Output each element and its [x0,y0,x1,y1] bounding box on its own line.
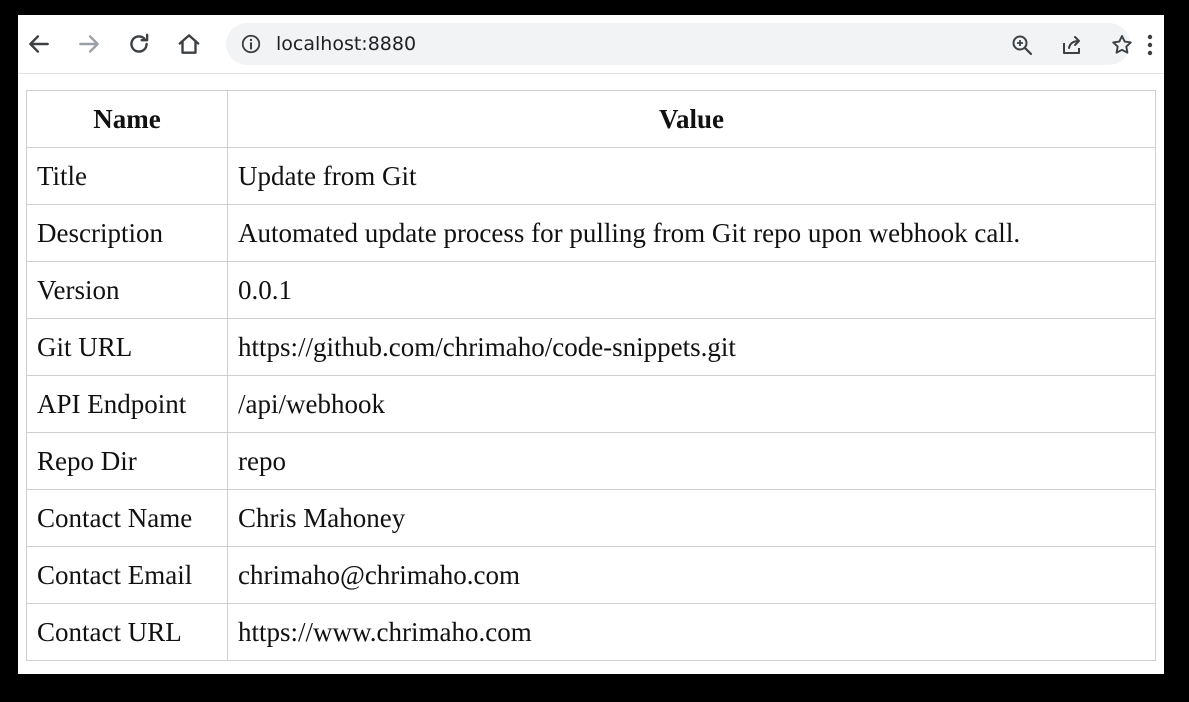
browser-toolbar: localhost:8880 [18,15,1164,74]
back-button[interactable] [22,27,56,61]
star-icon [1112,35,1132,54]
table-row: Title Update from Git [26,147,1156,205]
row-name-cell: Description [26,204,228,262]
share-button[interactable] [1059,32,1085,58]
row-name-cell: Git URL [26,318,228,376]
table-row: Version 0.0.1 [26,261,1156,319]
row-value-cell: Update from Git [227,147,1156,205]
address-bar[interactable]: localhost:8880 [226,23,1132,65]
reload-icon [130,33,149,53]
browser-menu-button[interactable] [1140,31,1160,59]
forward-button[interactable] [72,27,106,61]
page-content: Name Value Title Update from Git Descrip… [18,74,1164,674]
bookmark-button[interactable] [1109,32,1135,58]
row-name-cell: Contact URL [26,603,228,661]
row-value-cell: 0.0.1 [227,261,1156,319]
row-name-cell: Version [26,261,228,319]
table-row: Git URL https://github.com/chrimaho/code… [26,318,1156,376]
url-text[interactable]: localhost:8880 [276,23,416,65]
table-header-row: Name Value [26,90,1156,148]
browser-window: localhost:8880 Name Value Title Update f… [18,15,1164,674]
row-name-cell: Title [26,147,228,205]
row-value-cell: https://github.com/chrimaho/code-snippet… [227,318,1156,376]
table-row: Contact Email chrimaho@chrimaho.com [26,546,1156,604]
arrow-right-icon [79,35,99,53]
info-table: Name Value Title Update from Git Descrip… [26,90,1156,661]
column-header-name: Name [26,90,228,148]
kebab-menu-icon [1147,34,1153,56]
row-value-cell: https://www.chrimaho.com [227,603,1156,661]
row-value-cell: chrimaho@chrimaho.com [227,546,1156,604]
row-value-cell: Chris Mahoney [227,489,1156,547]
row-name-cell: Contact Name [26,489,228,547]
arrow-left-icon [29,35,49,53]
reload-button[interactable] [122,27,156,61]
home-icon [178,34,200,54]
table-row: Repo Dir repo [26,432,1156,490]
row-name-cell: Contact Email [26,546,228,604]
table-row: API Endpoint /api/webhook [26,375,1156,433]
zoom-in-icon [1012,35,1033,56]
row-name-cell: API Endpoint [26,375,228,433]
info-icon[interactable] [240,33,262,55]
column-header-value: Value [227,90,1156,148]
row-value-cell: Automated update process for pulling fro… [227,204,1156,262]
share-icon [1063,36,1080,54]
home-button[interactable] [172,27,206,61]
zoom-button[interactable] [1009,32,1035,58]
row-name-cell: Repo Dir [26,432,228,490]
table-row: Description Automated update process for… [26,204,1156,262]
table-row: Contact Name Chris Mahoney [26,489,1156,547]
table-row: Contact URL https://www.chrimaho.com [26,603,1156,661]
row-value-cell: /api/webhook [227,375,1156,433]
row-value-cell: repo [227,432,1156,490]
